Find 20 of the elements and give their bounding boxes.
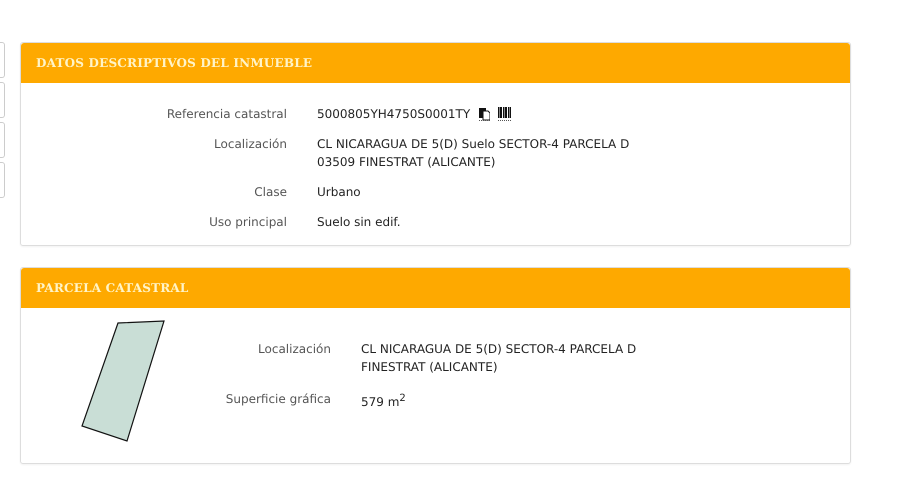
field-label: Localización	[213, 136, 287, 153]
field-label: Clase	[253, 184, 287, 201]
field-value: 5000805YH4750S0001TY	[317, 106, 470, 123]
field-value: Suelo sin edif.	[317, 214, 401, 231]
field-label: Localización	[257, 341, 331, 358]
field-value: 579 m$^{2}$	[361, 392, 406, 411]
field-label: Referencia catastral	[166, 106, 287, 123]
side-tab[interactable]	[0, 42, 5, 78]
side-tab[interactable]	[0, 122, 5, 158]
barcode-icon[interactable]	[498, 107, 512, 121]
field-label: Superficie gráfica	[224, 391, 331, 408]
card-title: DATOS DESCRIPTIVOS DEL INMUEBLE	[36, 56, 312, 70]
side-tab[interactable]	[0, 82, 5, 118]
side-tab[interactable]	[0, 162, 5, 198]
field-value: Urbano	[317, 184, 361, 201]
copy-icon[interactable]	[478, 107, 490, 121]
field-value: CL NICARAGUA DE 5(D) Suelo SECTOR-4 PARCELA D 03509 FINESTRAT (ALICANTE)	[317, 136, 630, 171]
field-label: Uso principal	[208, 214, 287, 231]
card-title: PARCELA CATASTRAL	[36, 281, 189, 295]
field-value: CL NICARAGUA DE 5(D) SECTOR-4 PARCELA D FINESTRAT (ALICANTE)	[361, 341, 636, 376]
